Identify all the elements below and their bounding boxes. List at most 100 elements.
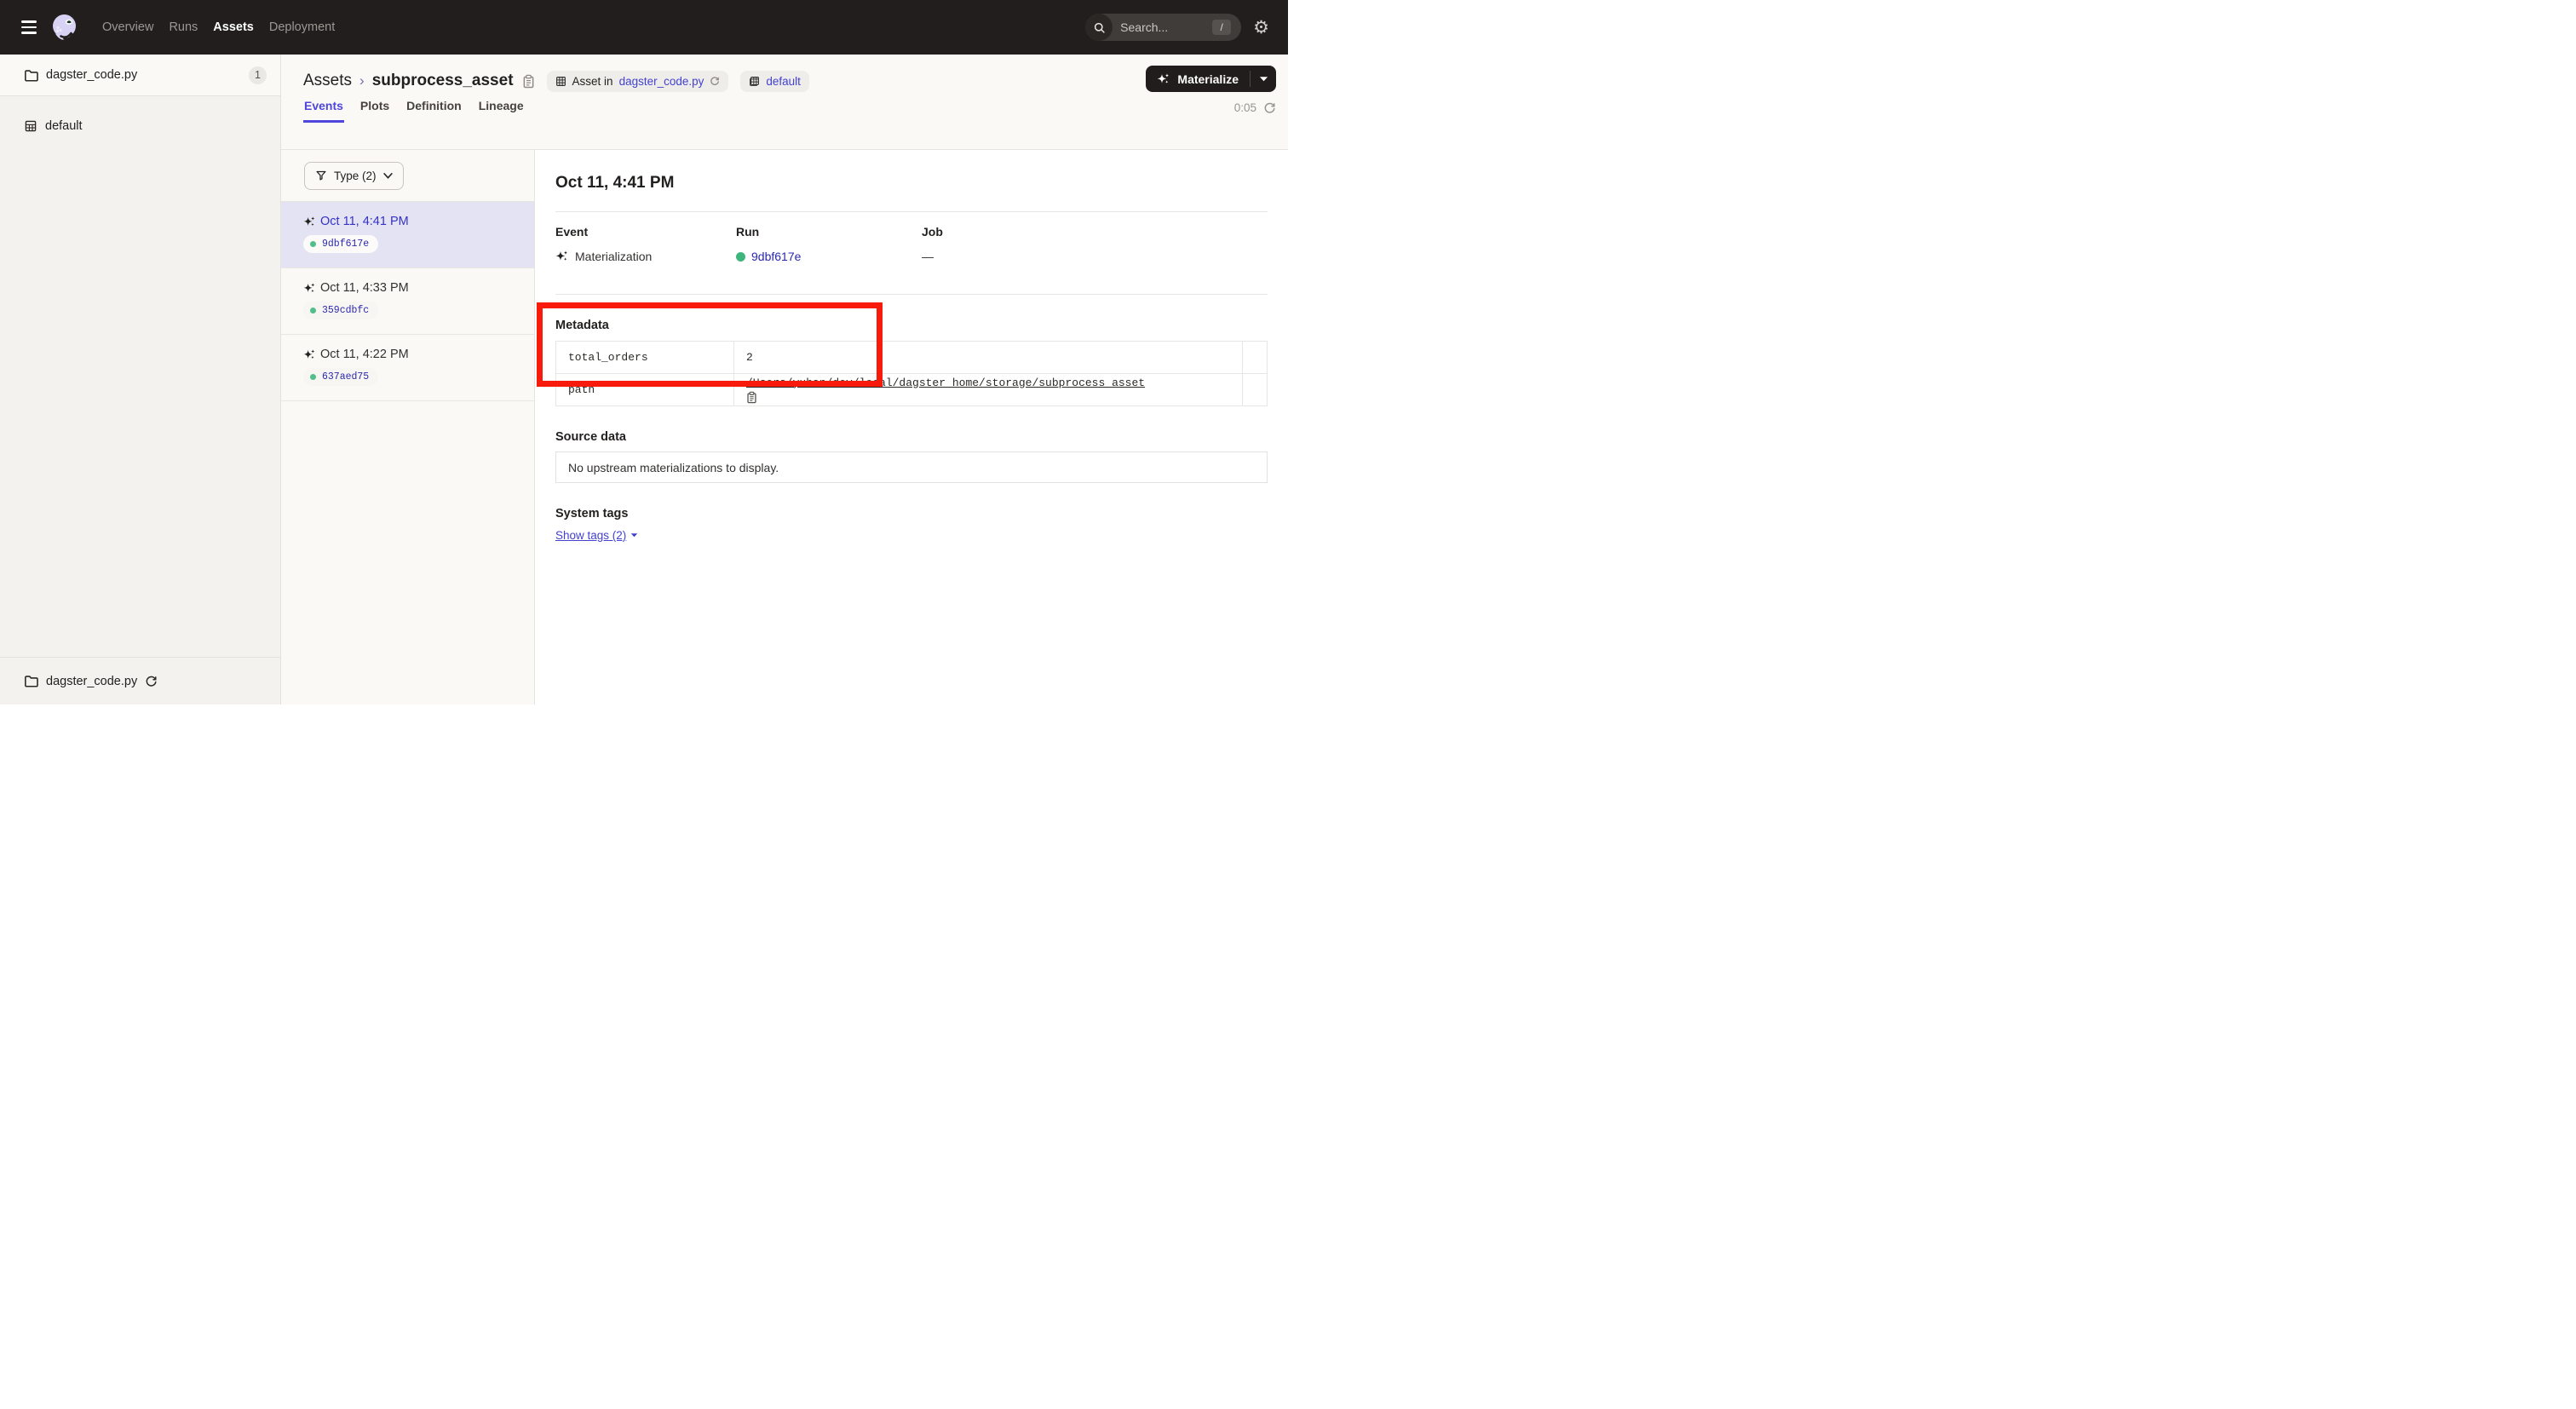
materialization-sparkle-icon: [555, 250, 569, 263]
event-list-panel: Type (2) Oct 11, 4:41 PM 9dbf617e: [281, 150, 535, 704]
breadcrumb-assets-link[interactable]: Assets: [303, 72, 352, 90]
code-location-badge[interactable]: Asset in dagster_code.py: [547, 71, 729, 92]
settings-gear-icon[interactable]: ⚙: [1253, 19, 1269, 37]
run-status-dot: [310, 308, 316, 313]
run-id-pill[interactable]: 359cdbfc: [303, 302, 378, 319]
breadcrumb-separator: ›: [359, 72, 365, 89]
group-link[interactable]: default: [766, 75, 801, 88]
run-id-pill[interactable]: 9dbf617e: [303, 235, 378, 253]
event-type-value: Materialization: [575, 250, 652, 263]
materialize-dropdown-button[interactable]: [1250, 71, 1276, 87]
sidebar-item-label: dagster_code.py: [46, 68, 137, 82]
run-id-link[interactable]: 359cdbfc: [322, 305, 369, 316]
sidebar-item-label: default: [45, 119, 83, 133]
copy-asset-name-icon[interactable]: [522, 74, 535, 89]
materialize-split-button: Materialize: [1146, 66, 1276, 92]
system-tags-heading: System tags: [555, 507, 1268, 520]
sidebar-item-default-group[interactable]: default: [0, 109, 280, 143]
event-detail-title: Oct 11, 4:41 PM: [555, 174, 1268, 193]
search-icon: [1085, 14, 1113, 41]
type-filter-button[interactable]: Type (2): [304, 162, 404, 190]
reload-code-location-icon[interactable]: [145, 675, 158, 687]
tab-lineage[interactable]: Lineage: [478, 99, 525, 123]
refresh-icon[interactable]: [1263, 101, 1276, 114]
dagster-app: Overview Runs Assets Deployment Search..…: [0, 0, 1288, 704]
event-filter-row: Type (2): [281, 150, 534, 202]
divider: [555, 294, 1268, 295]
folder-icon: [24, 69, 38, 82]
group-badge[interactable]: default: [740, 71, 809, 92]
run-id-link[interactable]: 637aed75: [322, 371, 369, 382]
event-timestamp: Oct 11, 4:41 PM: [320, 215, 409, 228]
source-data-heading: Source data: [555, 430, 1268, 444]
materialize-button[interactable]: Materialize: [1146, 72, 1250, 86]
asset-tabs: Events Plots Definition Lineage 0:05: [303, 99, 1288, 123]
code-location-link[interactable]: dagster_code.py: [619, 75, 704, 88]
event-list-item[interactable]: Oct 11, 4:41 PM 9dbf617e: [281, 202, 534, 268]
run-label: Run: [736, 225, 922, 239]
metadata-actions-cell: [1243, 374, 1268, 406]
event-list-item[interactable]: Oct 11, 4:33 PM 359cdbfc: [281, 268, 534, 335]
source-data-empty-message: No upstream materializations to display.: [555, 451, 1268, 483]
metadata-key: path: [556, 374, 734, 406]
breadcrumb: Assets › subprocess_asset Asset in dagst…: [303, 55, 1288, 92]
run-id-link[interactable]: 9dbf617e: [322, 239, 369, 250]
metadata-key: total_orders: [556, 342, 734, 374]
show-tags-toggle[interactable]: Show tags (2): [555, 529, 638, 542]
run-status-dot: [310, 241, 316, 247]
dagster-logo[interactable]: [49, 12, 80, 43]
job-label: Job: [922, 225, 1268, 239]
filter-funnel-icon: [315, 170, 327, 181]
type-filter-label: Type (2): [334, 170, 377, 182]
event-detail-panel: Oct 11, 4:41 PM Event Materialization Ru…: [535, 150, 1288, 704]
search-input[interactable]: Search... /: [1085, 14, 1241, 41]
sparkle-icon: [1157, 72, 1170, 86]
run-id-link[interactable]: 9dbf617e: [751, 250, 801, 263]
materialization-sparkle-icon: [303, 282, 316, 295]
grid-icon: [555, 76, 566, 87]
nav-item-assets[interactable]: Assets: [213, 15, 254, 39]
reload-icon[interactable]: [710, 76, 720, 86]
menu-icon[interactable]: [21, 20, 37, 34]
metadata-table: total_orders 2 path /Users/yuhan/dev/loc…: [555, 341, 1268, 406]
tab-plots[interactable]: Plots: [359, 99, 390, 123]
metadata-value: 2: [734, 342, 1243, 374]
event-timestamp: Oct 11, 4:22 PM: [320, 348, 409, 361]
folder-icon: [24, 675, 38, 687]
tab-events[interactable]: Events: [303, 99, 344, 123]
metadata-path-link[interactable]: /Users/yuhan/dev/local/dagster_home/stor…: [746, 377, 1145, 389]
asset-main: Assets › subprocess_asset Asset in dagst…: [281, 55, 1288, 704]
caret-down-icon: [630, 532, 638, 538]
run-id-pill[interactable]: 637aed75: [303, 368, 378, 386]
nav-item-overview[interactable]: Overview: [102, 15, 153, 39]
run-status-dot: [310, 374, 316, 380]
nav-item-runs[interactable]: Runs: [169, 15, 198, 39]
metadata-heading: Metadata: [555, 319, 1268, 332]
primary-nav: Overview Runs Assets Deployment: [102, 15, 335, 39]
sidebar-footer-code-location[interactable]: dagster_code.py: [0, 657, 280, 704]
sidebar-footer-label: dagster_code.py: [46, 675, 137, 688]
page-title: subprocess_asset: [372, 72, 514, 90]
asset-count-badge: 1: [249, 66, 267, 84]
search-placeholder: Search...: [1120, 20, 1168, 34]
chevron-down-icon: [383, 173, 393, 179]
asset-in-prefix: Asset in: [572, 75, 613, 88]
sidebar-item-code-location[interactable]: dagster_code.py 1: [0, 55, 280, 96]
tab-definition[interactable]: Definition: [405, 99, 463, 123]
table-row: total_orders 2: [556, 342, 1268, 374]
top-navbar: Overview Runs Assets Deployment Search..…: [0, 0, 1288, 55]
event-list-item[interactable]: Oct 11, 4:22 PM 637aed75: [281, 335, 534, 401]
event-label: Event: [555, 225, 736, 239]
refresh-timer: 0:05: [1234, 101, 1256, 114]
grid-icon: [749, 76, 760, 87]
asset-sidebar: dagster_code.py 1 default dagster_code.p…: [0, 55, 281, 704]
event-timestamp: Oct 11, 4:33 PM: [320, 281, 409, 295]
run-status-dot: [736, 252, 745, 262]
header-divider: [281, 149, 1288, 150]
materialize-label: Materialize: [1177, 72, 1239, 86]
nav-item-deployment[interactable]: Deployment: [269, 15, 335, 39]
event-summary-row: Event Materialization Run 9dbf617e: [555, 225, 1268, 264]
copy-path-icon[interactable]: [746, 391, 1230, 404]
divider: [555, 211, 1268, 212]
dagster-logo-icon: [49, 12, 80, 43]
